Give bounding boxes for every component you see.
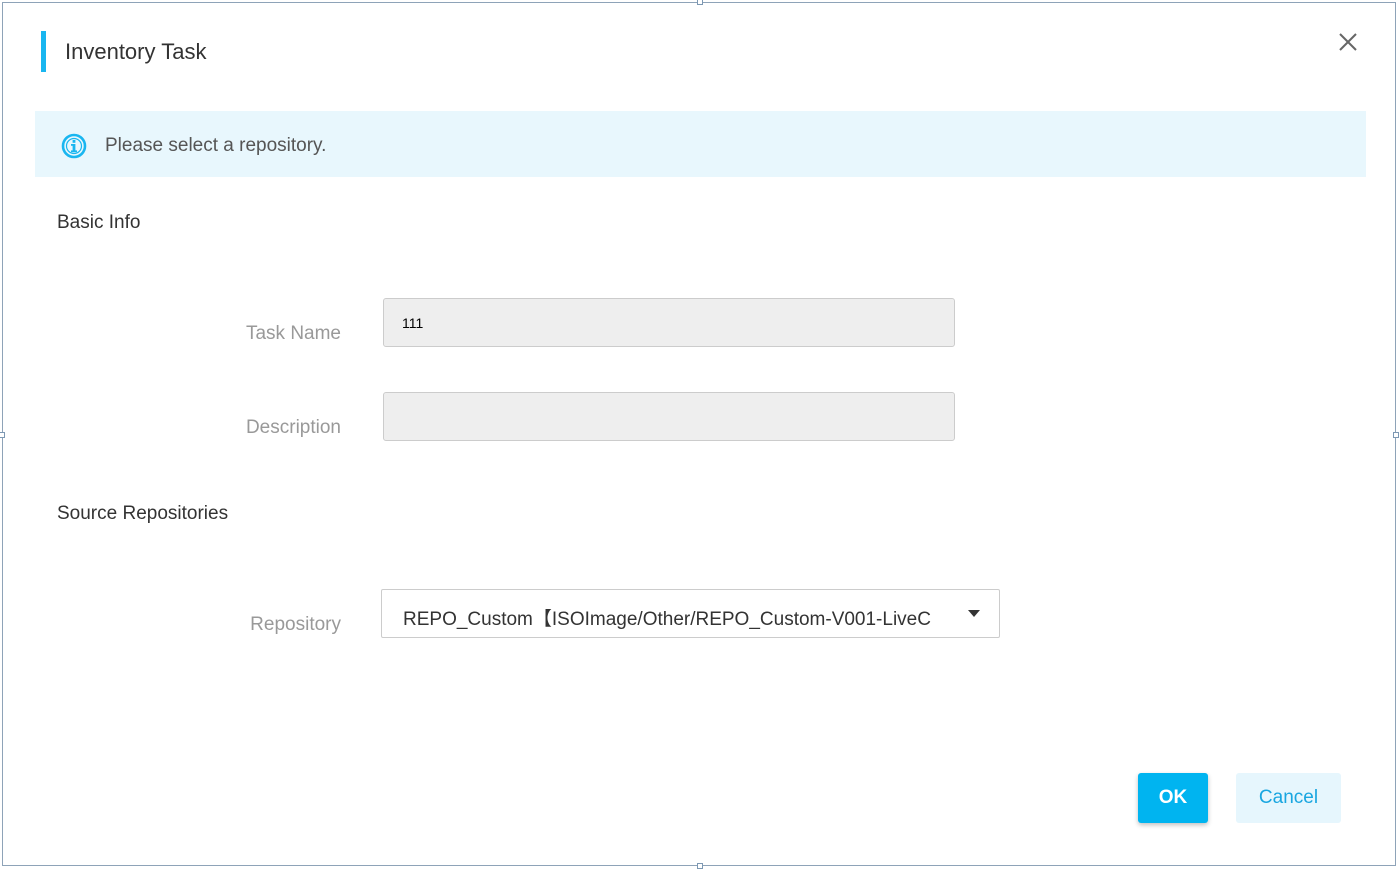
dialog-title: Inventory Task <box>65 39 207 64</box>
caret-down-icon <box>968 610 980 617</box>
resize-handle-bottom[interactable] <box>697 863 703 869</box>
section-title-source-repositories: Source Repositories <box>57 503 229 524</box>
repository-select[interactable]: REPO_Custom【ISOImage/Other/REPO_Custom-V… <box>381 589 1000 638</box>
resize-handle-left[interactable] <box>0 432 5 438</box>
info-message: Please select a repository. <box>105 135 327 156</box>
repository-selected-value: REPO_Custom【ISOImage/Other/REPO_Custom-V… <box>403 609 931 630</box>
description-input[interactable] <box>383 392 955 441</box>
resize-handle-top[interactable] <box>697 0 703 5</box>
description-label: Description <box>245 417 341 438</box>
task-name-input[interactable] <box>383 298 955 347</box>
resize-handle-right[interactable] <box>1393 432 1399 438</box>
inventory-task-dialog: Inventory Task Please select a repositor… <box>0 0 1399 869</box>
task-name-label: Task Name <box>245 323 341 344</box>
ok-button[interactable]: OK <box>1138 773 1208 823</box>
section-title-basic-info: Basic Info <box>57 212 141 233</box>
cancel-button[interactable]: Cancel <box>1236 773 1341 823</box>
close-button[interactable] <box>1335 29 1361 55</box>
info-banner: Please select a repository. <box>35 111 1366 177</box>
repository-label: Repository <box>250 614 341 635</box>
close-icon <box>1339 33 1357 51</box>
info-icon <box>61 133 87 159</box>
title-accent-bar <box>41 31 46 72</box>
